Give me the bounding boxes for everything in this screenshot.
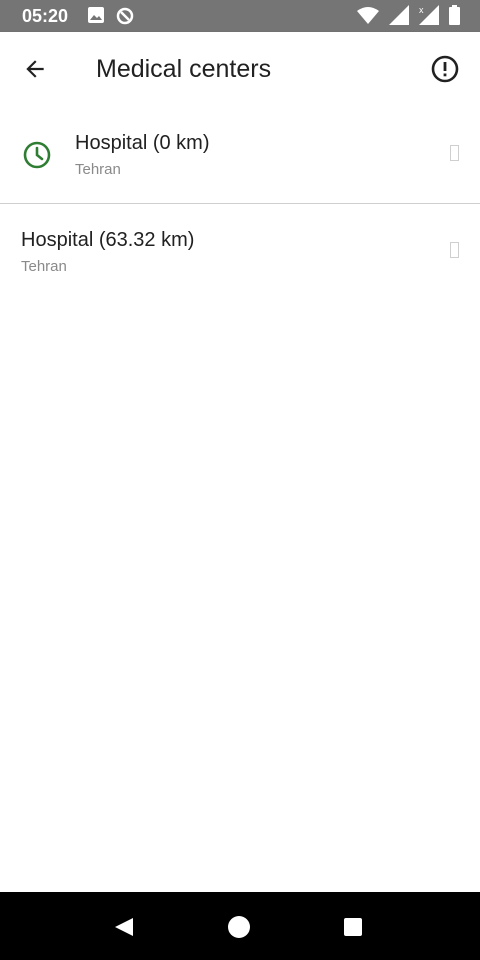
back-button[interactable] [18, 52, 52, 86]
navigation-bar [0, 892, 480, 960]
list-item[interactable]: Hospital (0 km) Tehran [0, 107, 480, 204]
nav-back-button[interactable] [111, 914, 137, 940]
back-triangle-icon [115, 918, 133, 936]
item-subtitle: Tehran [21, 258, 67, 275]
clock-icon [23, 141, 51, 169]
svg-text:x: x [419, 5, 424, 15]
item-subtitle: Tehran [75, 161, 121, 178]
status-time: 05:20 [22, 6, 69, 26]
battery-icon [449, 5, 460, 25]
list-item[interactable]: Hospital (63.32 km) Tehran [0, 204, 480, 300]
signal-icon [389, 5, 409, 25]
medical-centers-list: Hospital (0 km) Tehran Hospital (63.32 k… [0, 107, 480, 300]
image-icon [88, 7, 104, 23]
nav-recents-button[interactable] [340, 914, 366, 940]
recents-square-icon [344, 918, 362, 936]
no-signal-icon: x [419, 5, 439, 25]
status-right-icons: x [357, 5, 460, 25]
status-bar: 05:20 x [0, 0, 480, 32]
item-title: Hospital (63.32 km) [21, 229, 195, 251]
wifi-icon [357, 7, 379, 24]
arrow-back-icon [26, 60, 44, 78]
home-circle-icon [228, 916, 250, 938]
info-button[interactable] [430, 54, 460, 84]
info-alert-icon [431, 55, 459, 83]
data-saver-icon [116, 7, 134, 25]
app-bar: Medical centers [0, 32, 480, 107]
item-title: Hospital (0 km) [75, 132, 210, 154]
chevron-icon [450, 145, 459, 161]
chevron-icon [450, 242, 459, 258]
nav-home-button[interactable] [226, 914, 252, 940]
page-title: Medical centers [96, 55, 272, 83]
status-left-icons [88, 7, 134, 25]
